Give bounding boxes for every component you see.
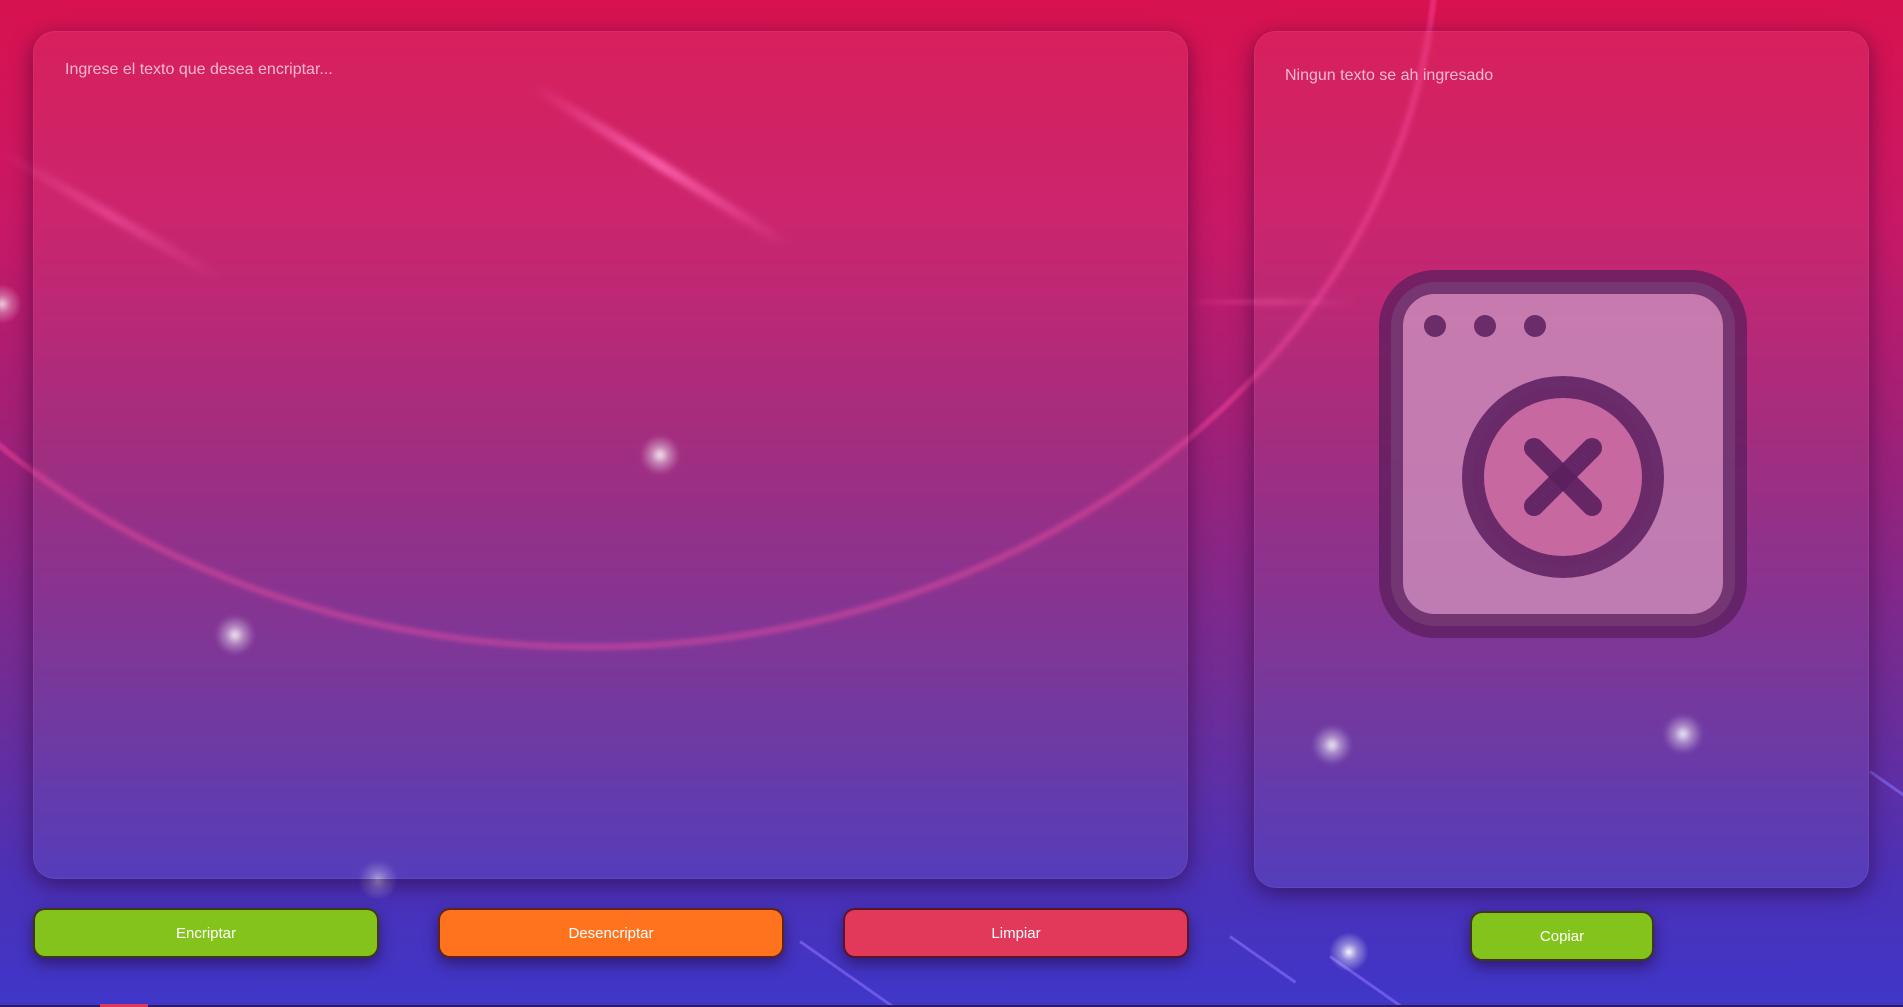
clear-button-label: Limpiar [991,924,1041,942]
clear-button[interactable]: Limpiar [843,908,1189,958]
copy-button[interactable]: Copiar [1470,911,1654,961]
empty-window-x-icon [1379,270,1747,638]
background-line [1869,770,1903,808]
background-glow [0,284,22,324]
decrypt-button[interactable]: Desencriptar [438,908,784,958]
copy-button-label: Copiar [1539,927,1585,945]
output-empty-message: Ningun texto se ah ingresado [1285,67,1494,84]
background-glow [1329,932,1369,972]
input-panel [33,31,1188,879]
text-input[interactable] [65,61,1156,849]
background-line [1229,935,1297,984]
encrypt-button[interactable]: Encriptar [33,908,379,958]
output-panel: Ningun texto se ah ingresado [1254,31,1869,888]
encrypt-button-label: Encriptar [175,924,237,942]
background-line [1329,955,1430,1007]
decrypt-button-label: Desencriptar [568,924,654,942]
